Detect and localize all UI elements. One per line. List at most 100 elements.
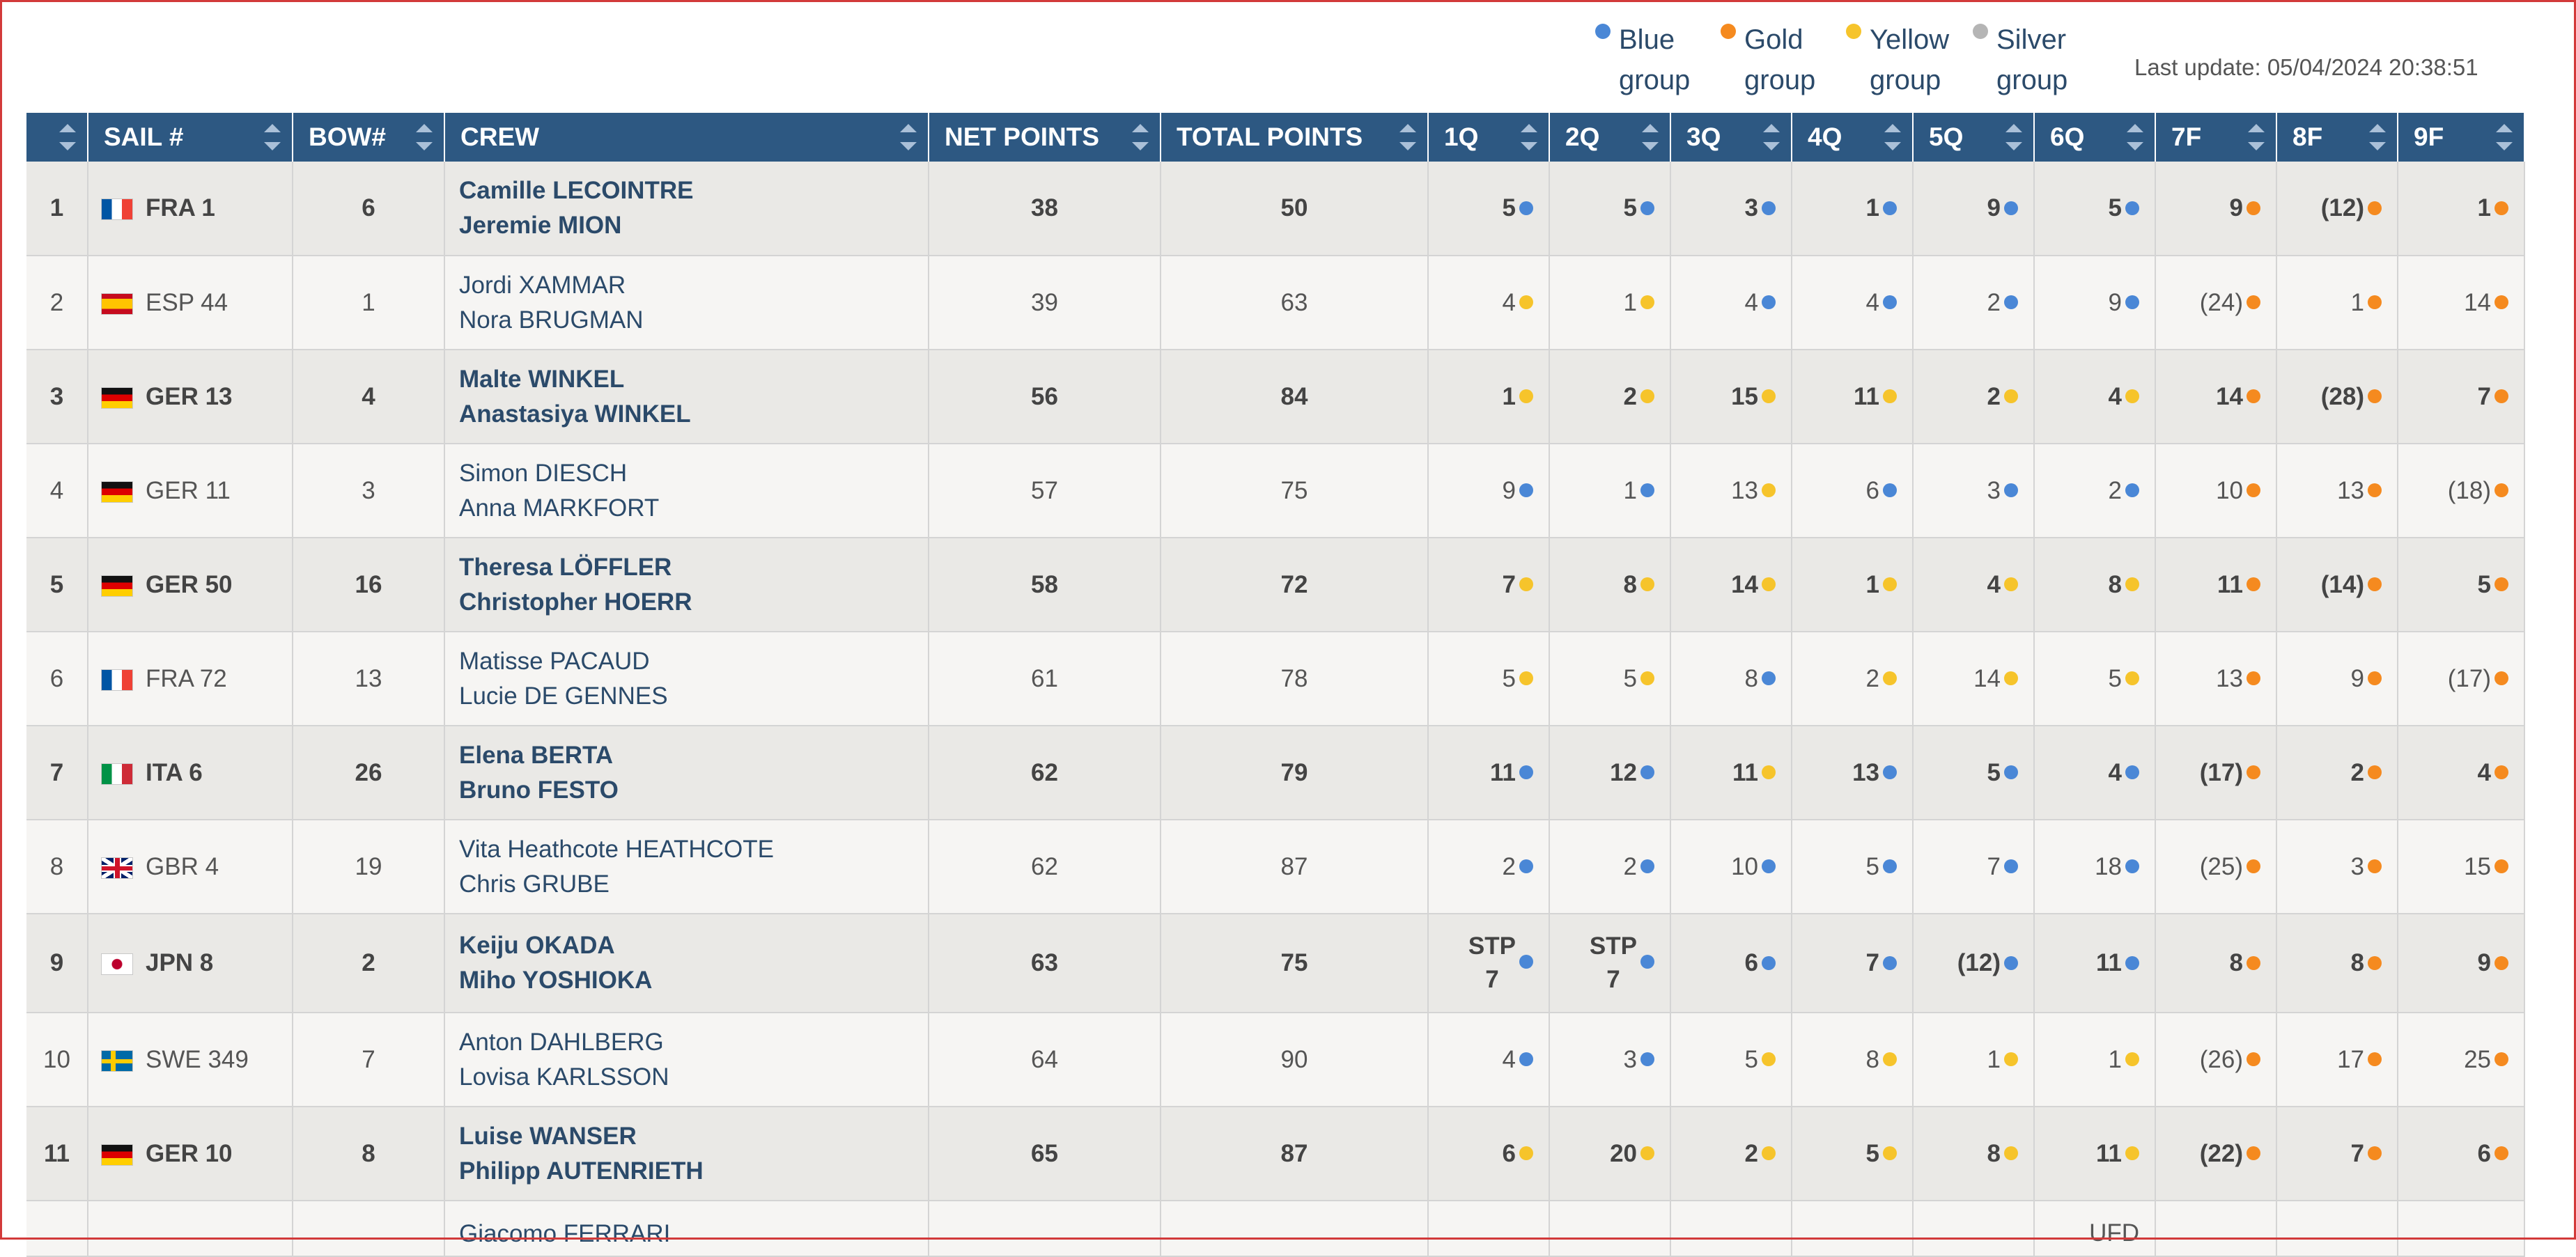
sort-arrows-icon[interactable]: [1763, 121, 1780, 153]
crew-member[interactable]: Chris GRUBE: [459, 867, 927, 902]
legend-label-line: group: [1619, 65, 1691, 95]
column-header-1q[interactable]: 1Q: [1428, 113, 1550, 162]
crew-member[interactable]: Camille LECOINTRE: [459, 173, 927, 208]
crew-member[interactable]: Malte WINKEL: [459, 362, 927, 397]
race-score: 8: [2350, 949, 2364, 976]
race-result-cell: 1: [1549, 256, 1671, 350]
race-result-cell: [2276, 1201, 2398, 1257]
sort-arrows-icon[interactable]: [1884, 121, 1901, 153]
table-row[interactable]: 2 ESP 44 1 Jordi XAMMAR Nora BRUGMAN 39 63 4 1 4 4…: [26, 256, 2525, 350]
crew-member[interactable]: Jordi XAMMAR: [459, 268, 927, 303]
race-score: 5: [1623, 194, 1637, 221]
sort-arrows-icon[interactable]: [1521, 121, 1537, 153]
crew-member[interactable]: Jeremie MION: [459, 208, 927, 243]
race-score: 2: [1744, 1139, 1758, 1167]
crew-member[interactable]: Keiju OKADA: [459, 928, 927, 963]
crew-member[interactable]: Philipp AUTENRIETH: [459, 1154, 927, 1189]
crew-member[interactable]: Elena BERTA: [459, 738, 927, 773]
sort-arrows-icon[interactable]: [264, 121, 281, 153]
column-header-4q[interactable]: 4Q: [1792, 113, 1914, 162]
column-header-8f[interactable]: 8F: [2276, 113, 2398, 162]
column-header-bow[interactable]: BOW#: [293, 113, 445, 162]
blue-group-dot-icon: [1762, 671, 1776, 686]
crew-member[interactable]: Nora BRUGMAN: [459, 303, 927, 338]
crew-member[interactable]: Vita Heathcote HEATHCOTE: [459, 832, 927, 867]
column-header-7f[interactable]: 7F: [2155, 113, 2277, 162]
crew-member[interactable]: Christopher HOERR: [459, 585, 927, 620]
sort-arrows-icon[interactable]: [59, 121, 76, 153]
race-result-cell: 20: [1549, 1107, 1671, 1201]
sort-arrows-icon[interactable]: [2127, 121, 2143, 153]
race-result-cell: 11: [1428, 726, 1550, 820]
yellow-group-dot-icon: [1883, 1052, 1897, 1067]
race-result-cell: 10: [2155, 444, 2277, 538]
sort-arrows-icon[interactable]: [1642, 121, 1659, 153]
yellow-group-dot-icon: [1640, 1146, 1654, 1161]
column-header-sail[interactable]: SAIL #: [88, 113, 293, 162]
race-score: 7: [2477, 382, 2491, 410]
race-score: 17: [2337, 1045, 2364, 1073]
table-row[interactable]: 3 GER 13 4 Malte WINKEL Anastasiya WINKEL 56 8…: [26, 350, 2525, 444]
crew-member[interactable]: Lucie DE GENNES: [459, 679, 927, 714]
crew-member[interactable]: Giacomo FERRARI: [459, 1217, 927, 1251]
table-row[interactable]: Giacomo FERRARI UFD: [26, 1201, 2525, 1257]
crew-member[interactable]: Bruno FESTO: [459, 773, 927, 808]
table-row[interactable]: 9 JPN 8 2 Keiju OKADA Miho YOSHIOKA 63 75 STP 7 S…: [26, 914, 2525, 1013]
gold-group-dot-icon: [2368, 671, 2382, 686]
table-row[interactable]: 10 SWE 349 7 Anton DAHLBERG Lovisa KARLSSON 6…: [26, 1013, 2525, 1107]
table-row[interactable]: 4 GER 11 3 Simon DIESCH Anna MARKFORT 57 75 9 1 1…: [26, 444, 2525, 538]
race-result-cell: 17: [2276, 1013, 2398, 1107]
column-header-crew[interactable]: CREW: [444, 113, 929, 162]
sort-arrows-icon[interactable]: [2369, 121, 2386, 153]
blue-group-dot-icon: [2125, 955, 2139, 970]
crew-cell: Matisse PACAUD Lucie DE GENNES: [444, 632, 929, 726]
column-header-2q[interactable]: 2Q: [1549, 113, 1671, 162]
column-header-3q[interactable]: 3Q: [1670, 113, 1792, 162]
column-header-9f[interactable]: 9F: [2398, 113, 2525, 162]
race-score: 4: [1744, 288, 1758, 316]
sail-cell: GER 50: [88, 538, 293, 632]
table-row[interactable]: 1 FRA 1 6 Camille LECOINTRE Jeremie MION 38 50…: [26, 162, 2525, 256]
crew-member[interactable]: Anton DAHLBERG: [459, 1025, 927, 1060]
sort-arrows-icon[interactable]: [2005, 121, 2022, 153]
table-row[interactable]: 11 GER 10 8 Luise WANSER Philipp AUTENRIETH 6…: [26, 1107, 2525, 1201]
crew-member[interactable]: Anastasiya WINKEL: [459, 397, 927, 432]
column-header-total-points[interactable]: TOTAL POINTS: [1161, 113, 1429, 162]
sort-arrows-icon[interactable]: [1399, 121, 1416, 153]
race-score: 6: [2477, 1139, 2491, 1167]
blue-group-dot-icon: [2125, 765, 2139, 780]
crew-member[interactable]: Matisse PACAUD: [459, 644, 927, 679]
column-header-label: 7F: [2171, 123, 2202, 151]
sort-arrows-icon[interactable]: [900, 121, 917, 153]
sail-number: ITA 6: [146, 758, 203, 786]
race-result-cell: 5: [1428, 632, 1550, 726]
sort-arrows-icon[interactable]: [416, 121, 433, 153]
rank-cell: 1: [26, 162, 88, 256]
race-score: 2: [2350, 758, 2364, 786]
sort-arrows-icon[interactable]: [2496, 121, 2513, 153]
column-header-rank[interactable]: [26, 113, 88, 162]
table-row[interactable]: 5 GER 50 16 Theresa LÖFFLER Christopher HOER…: [26, 538, 2525, 632]
crew-member[interactable]: Lovisa KARLSSON: [459, 1060, 927, 1095]
column-header-6q[interactable]: 6Q: [2034, 113, 2156, 162]
sort-arrows-icon[interactable]: [2248, 121, 2265, 153]
legend-label: Yellow group: [1870, 19, 1967, 100]
crew-member[interactable]: Luise WANSER: [459, 1119, 927, 1154]
crew-member[interactable]: Miho YOSHIOKA: [459, 963, 927, 998]
column-header-5q[interactable]: 5Q: [1913, 113, 2035, 162]
yellow-dot-icon: [1846, 24, 1861, 39]
gold-group-dot-icon: [2494, 295, 2508, 310]
table-row[interactable]: 7 ITA 6 26 Elena BERTA Bruno FESTO 62 79 11 12 11…: [26, 726, 2525, 820]
crew-member[interactable]: Anna MARKFORT: [459, 491, 927, 526]
crew-member[interactable]: Simon DIESCH: [459, 456, 927, 491]
table-row[interactable]: 6 FRA 72 13 Matisse PACAUD Lucie DE GENNES 61…: [26, 632, 2525, 726]
column-header-label: 8F: [2292, 123, 2323, 151]
table-row[interactable]: 8 GBR 4 19 Vita Heathcote HEATHCOTE Chris GR…: [26, 820, 2525, 914]
bow-cell: 7: [293, 1013, 445, 1107]
sort-arrows-icon[interactable]: [1132, 121, 1149, 153]
blue-group-dot-icon: [1519, 859, 1533, 874]
race-score: 1: [1623, 476, 1637, 504]
race-score: 8: [2229, 949, 2243, 976]
column-header-net-points[interactable]: NET POINTS: [929, 113, 1161, 162]
crew-member[interactable]: Theresa LÖFFLER: [459, 550, 927, 585]
